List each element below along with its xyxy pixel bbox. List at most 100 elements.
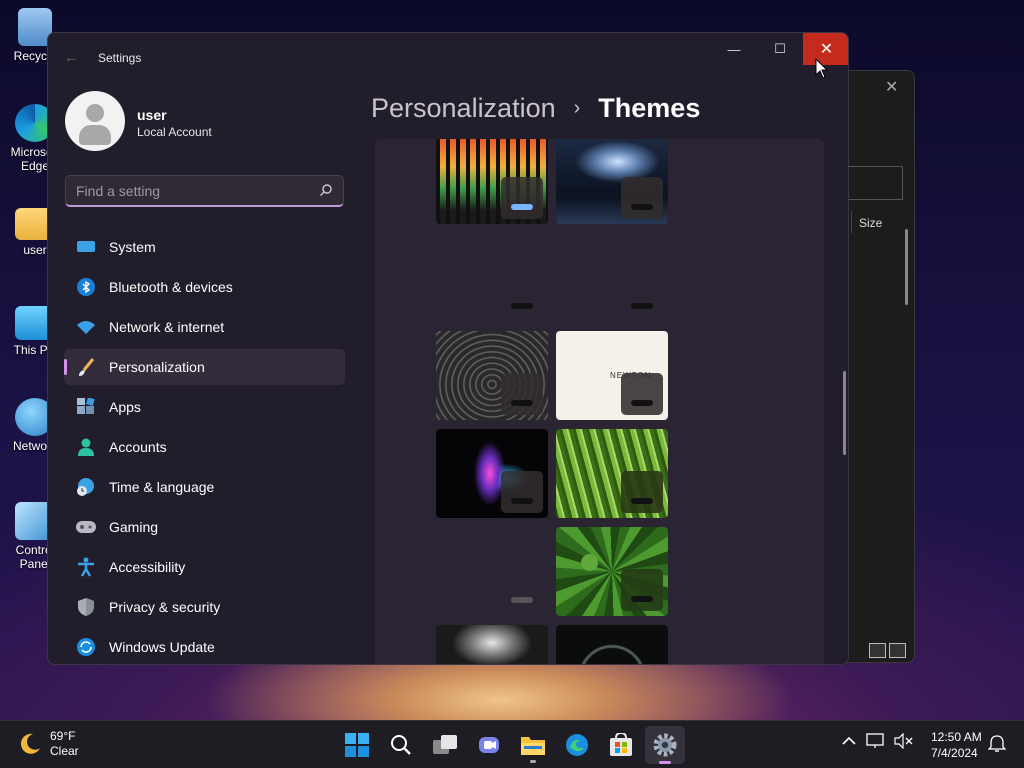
- windows-update-icon: [76, 637, 96, 657]
- shield-icon: [76, 597, 96, 617]
- background-explorer-window[interactable]: ✕ Size: [838, 70, 915, 663]
- back-arrow-icon[interactable]: ←: [64, 49, 79, 66]
- minimize-button[interactable]: —: [711, 33, 757, 65]
- chat-button[interactable]: [469, 726, 509, 764]
- taskbar-apps: [337, 726, 685, 764]
- maximize-button[interactable]: ☐: [757, 33, 803, 65]
- theme-tile[interactable]: [436, 331, 548, 420]
- title-bar: ← Settings — ☐ ✕: [48, 33, 848, 83]
- sidebar-item-personalization[interactable]: Personalization: [64, 349, 345, 385]
- taskbar-search-button[interactable]: [381, 726, 421, 764]
- accessibility-icon: [76, 557, 96, 577]
- avatar-head: [86, 104, 104, 122]
- details-view-icon[interactable]: [869, 643, 886, 658]
- size-column-header[interactable]: Size: [859, 216, 882, 230]
- clock[interactable]: 12:50 AM 7/4/2024: [931, 729, 982, 761]
- sidebar-item-label: Time & language: [109, 479, 215, 495]
- scrollbar[interactable]: [905, 229, 908, 305]
- theme-tile[interactable]: [556, 625, 668, 664]
- search-input[interactable]: [76, 183, 306, 199]
- sidebar-item-label: Accounts: [109, 439, 167, 455]
- sidebar-item-label: Accessibility: [109, 559, 186, 575]
- theme-color-chip: [621, 471, 663, 513]
- edge-button[interactable]: [557, 726, 597, 764]
- edge-icon: [566, 734, 588, 756]
- store-button[interactable]: [601, 726, 641, 764]
- weather-widget[interactable]: 69°F Clear: [18, 729, 79, 759]
- search-icon: [391, 735, 411, 755]
- scrollbar[interactable]: [843, 371, 846, 455]
- theme-color-chip: [501, 177, 543, 219]
- settings-window: ← Settings — ☐ ✕ user Local Account Syst…: [47, 32, 849, 665]
- store-icon: [610, 733, 632, 756]
- sidebar-item-gaming[interactable]: Gaming: [64, 509, 345, 545]
- sidebar-item-label: Personalization: [109, 359, 205, 375]
- search-icon[interactable]: [319, 183, 333, 197]
- user-name: user: [137, 107, 167, 123]
- sidebar-item-apps[interactable]: Apps: [64, 389, 345, 425]
- sidebar-item-label: Gaming: [109, 519, 159, 535]
- chevron-up-icon[interactable]: [842, 736, 856, 746]
- theme-tile[interactable]: [556, 429, 668, 518]
- sidebar-item-system[interactable]: System: [64, 229, 345, 265]
- clock-date: 7/4/2024: [931, 746, 978, 760]
- theme-tile[interactable]: [556, 527, 668, 616]
- display-icon[interactable]: [866, 733, 884, 749]
- brush-icon: [76, 357, 96, 377]
- theme-color-chip: [621, 373, 663, 415]
- file-explorer-button[interactable]: [513, 726, 553, 764]
- theme-color-chip: [621, 569, 663, 611]
- theme-color-chip: [501, 471, 543, 513]
- theme-color-chip: [511, 303, 533, 309]
- sidebar-item-network[interactable]: Network & internet: [64, 309, 345, 345]
- sidebar-nav: System Bluetooth & devices Network & int…: [64, 229, 345, 664]
- notification-bell-icon[interactable]: [988, 735, 1006, 753]
- system-icon: [76, 237, 96, 257]
- theme-tile[interactable]: [436, 429, 548, 518]
- moon-icon: [20, 733, 40, 754]
- theme-tile[interactable]: [436, 625, 548, 664]
- settings-button[interactable]: [645, 726, 685, 764]
- wifi-icon: [76, 317, 96, 337]
- start-icon: [345, 733, 369, 757]
- breadcrumb-parent[interactable]: Personalization: [371, 93, 556, 124]
- themes-gallery: NEWTON: [375, 139, 824, 664]
- sidebar-item-label: Network & internet: [109, 319, 225, 335]
- sidebar-item-bluetooth[interactable]: Bluetooth & devices: [64, 269, 345, 305]
- sidebar-item-accounts[interactable]: Accounts: [64, 429, 345, 465]
- sidebar-item-accessibility[interactable]: Accessibility: [64, 549, 345, 585]
- avatar-body: [79, 125, 111, 145]
- task-view-button[interactable]: [425, 726, 465, 764]
- theme-tile[interactable]: [436, 139, 548, 224]
- account-type: Local Account: [137, 125, 212, 139]
- column-divider: [851, 211, 852, 233]
- close-icon[interactable]: ✕: [885, 77, 898, 97]
- sidebar-item-label: Windows Update: [109, 639, 215, 655]
- theme-color-chip: [621, 177, 663, 219]
- weather-temp: 69°F: [50, 729, 76, 743]
- app-title: Settings: [98, 51, 142, 65]
- apps-icon: [76, 397, 96, 417]
- gaming-icon: [76, 517, 96, 537]
- file-explorer-icon: [521, 737, 545, 755]
- address-field[interactable]: [849, 166, 903, 200]
- theme-color-chip: [631, 303, 653, 309]
- theme-tile[interactable]: [556, 139, 668, 224]
- sidebar-item-windows-update[interactable]: Windows Update: [64, 629, 345, 664]
- clock-time: 12:50 AM: [931, 730, 982, 744]
- mouse-cursor-icon: [815, 58, 829, 79]
- volume-muted-icon[interactable]: [894, 733, 914, 749]
- tiles-view-icon[interactable]: [889, 643, 906, 658]
- start-button[interactable]: [337, 726, 377, 764]
- view-buttons: [869, 643, 906, 658]
- bluetooth-icon: [76, 277, 96, 297]
- sidebar-item-time-language[interactable]: Time & language: [64, 469, 345, 505]
- theme-tile[interactable]: NEWTON: [556, 331, 668, 420]
- chat-icon: [479, 737, 499, 753]
- sidebar-item-label: Apps: [109, 399, 141, 415]
- settings-icon: [653, 733, 677, 757]
- theme-color-chip: [501, 373, 543, 415]
- avatar[interactable]: [65, 91, 125, 151]
- sidebar-item-privacy-security[interactable]: Privacy & security: [64, 589, 345, 625]
- search-box[interactable]: [65, 175, 344, 207]
